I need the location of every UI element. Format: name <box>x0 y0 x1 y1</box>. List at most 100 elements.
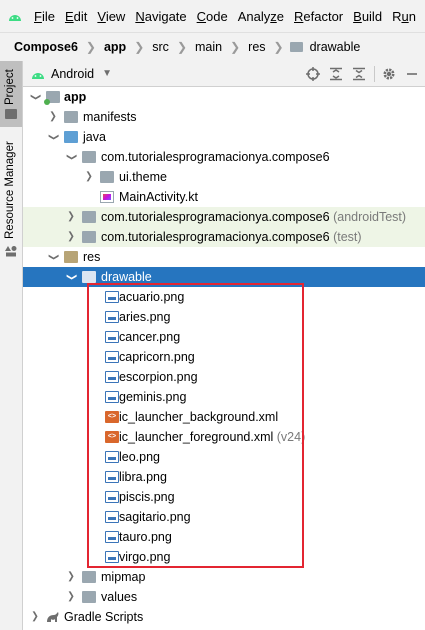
menu-run[interactable]: Run <box>392 9 416 24</box>
chevron-right-icon: ❯ <box>134 40 145 54</box>
folder-icon <box>82 271 96 283</box>
resource-manager-tool-tab[interactable]: Resource Manager <box>0 141 22 261</box>
source-folder-icon <box>64 131 78 143</box>
tree-item-label: capricorn.png <box>119 350 195 364</box>
collapse-all-icon[interactable] <box>350 65 368 83</box>
tool-window-strip: Project Resource Manager <box>0 61 23 630</box>
menu-refactor[interactable]: Refactor <box>294 9 343 24</box>
tree-item-mainactivity[interactable]: MainActivity.kt <box>23 187 425 207</box>
tree-item-app[interactable]: ❯ app <box>23 87 425 107</box>
chevron-right-icon: ❯ <box>176 40 187 54</box>
image-file-icon <box>105 491 119 503</box>
tree-item-label: sagitario.png <box>119 510 191 524</box>
expand-all-icon[interactable] <box>327 65 345 83</box>
folder-icon <box>64 111 78 123</box>
tree-item-label: drawable <box>101 270 152 284</box>
tree-item-suffix: (androidTest) <box>333 210 407 224</box>
tree-item-file[interactable]: cancer.png <box>23 327 425 347</box>
tree-item-file[interactable]: aries.png <box>23 307 425 327</box>
chevron-right-icon[interactable]: ❯ <box>66 207 77 227</box>
chevron-right-icon[interactable]: ❯ <box>66 587 77 607</box>
tree-item-file[interactable]: sagitario.png <box>23 507 425 527</box>
tree-item-package-main[interactable]: ❯ com.tutorialesprogramacionya.compose6 <box>23 147 425 167</box>
tree-item-label: ic_launcher_background.xml <box>119 410 279 424</box>
menu-build[interactable]: Build <box>353 9 382 24</box>
chevron-right-icon[interactable]: ❯ <box>66 567 77 587</box>
project-view-selector[interactable]: Android <box>51 67 94 81</box>
kotlin-file-icon <box>100 191 114 203</box>
menu-view[interactable]: View <box>97 9 125 24</box>
chevron-right-icon: ❯ <box>85 40 96 54</box>
tree-item-package-androidtest[interactable]: ❯ com.tutorialesprogramacionya.compose6 … <box>23 207 425 227</box>
tree-item-file[interactable]: acuario.png <box>23 287 425 307</box>
folder-icon <box>82 591 96 603</box>
package-icon <box>82 211 96 223</box>
menu-navigate[interactable]: Navigate <box>135 9 186 24</box>
tree-item-label: Gradle Scripts <box>64 610 144 624</box>
image-file-icon <box>105 391 119 403</box>
tree-item-label: res <box>83 250 101 264</box>
image-file-icon <box>105 351 119 363</box>
breadcrumb-drawable[interactable]: drawable <box>308 40 363 54</box>
tree-item-file[interactable]: piscis.png <box>23 487 425 507</box>
tree-item-ui-theme[interactable]: ❯ ui.theme <box>23 167 425 187</box>
breadcrumb-project[interactable]: Compose6 <box>12 40 80 54</box>
tree-item-file[interactable]: geminis.png <box>23 387 425 407</box>
tree-item-package-test[interactable]: ❯ com.tutorialesprogramacionya.compose6 … <box>23 227 425 247</box>
tree-item-file[interactable]: virgo.png <box>23 547 425 567</box>
breadcrumb-res[interactable]: res <box>246 40 267 54</box>
chevron-down-icon[interactable]: ▼ <box>102 68 112 79</box>
tree-item-values[interactable]: ❯ values <box>23 587 425 607</box>
image-file-icon <box>105 511 119 523</box>
chevron-right-icon[interactable]: ❯ <box>84 167 95 187</box>
menu-code[interactable]: Code <box>197 9 228 24</box>
tree-item-file[interactable]: libra.png <box>23 467 425 487</box>
menu-edit[interactable]: Edit <box>65 9 87 24</box>
tree-item-label: com.tutorialesprogramacionya.compose6 (a… <box>101 210 407 224</box>
image-file-icon <box>105 311 119 323</box>
toolbar-divider <box>374 66 375 82</box>
tree-item-file[interactable]: escorpion.png <box>23 367 425 387</box>
tree-item-label: java <box>83 130 106 144</box>
folder-icon <box>289 42 303 52</box>
image-file-icon <box>105 531 119 543</box>
tree-item-label: mipmap <box>101 570 146 584</box>
minimize-icon[interactable] <box>403 65 421 83</box>
breadcrumb-app[interactable]: app <box>102 40 128 54</box>
tree-item-file[interactable]: <> ic_launcher_background.xml <box>23 407 425 427</box>
menu-file[interactable]: File <box>34 9 55 24</box>
gear-icon[interactable] <box>380 65 398 83</box>
chevron-right-icon: ❯ <box>230 40 241 54</box>
breadcrumb-src[interactable]: src <box>150 40 171 54</box>
tree-item-drawable[interactable]: ❯ drawable <box>23 267 425 287</box>
tree-item-file[interactable]: capricorn.png <box>23 347 425 367</box>
tree-item-java[interactable]: ❯ java <box>23 127 425 147</box>
tree-item-file[interactable]: leo.png <box>23 447 425 467</box>
locate-file-icon[interactable] <box>304 65 322 83</box>
tree-item-label: escorpion.png <box>119 370 198 384</box>
tree-item-mipmap[interactable]: ❯ mipmap <box>23 567 425 587</box>
project-tool-tab[interactable]: Project <box>0 61 22 127</box>
breadcrumb-main[interactable]: main <box>193 40 224 54</box>
tree-item-file[interactable]: <> ic_launcher_foreground.xml (v24) <box>23 427 425 447</box>
xml-file-icon: <> <box>105 431 119 443</box>
chevron-down-icon[interactable]: ❯ <box>43 132 63 143</box>
resource-manager-icon <box>5 245 17 257</box>
chevron-right-icon[interactable]: ❯ <box>48 107 59 127</box>
tree-item-gradle-scripts[interactable]: ❯ Gradle Scripts <box>23 607 425 627</box>
breadcrumb: Compose6 ❯ app ❯ src ❯ main ❯ res ❯ draw… <box>0 32 425 62</box>
menu-bar: File Edit View Navigate Code Analyze Ref… <box>0 0 425 32</box>
tree-item-manifests[interactable]: ❯ manifests <box>23 107 425 127</box>
chevron-down-icon[interactable]: ❯ <box>25 92 45 103</box>
tree-item-file[interactable]: tauro.png <box>23 527 425 547</box>
tree-item-res[interactable]: ❯ res <box>23 247 425 267</box>
tree-item-label: com.tutorialesprogramacionya.compose6 (t… <box>101 230 362 244</box>
chevron-down-icon[interactable]: ❯ <box>43 252 63 263</box>
chevron-right-icon[interactable]: ❯ <box>66 227 77 247</box>
chevron-right-icon[interactable]: ❯ <box>30 607 41 627</box>
tree-item-label: tauro.png <box>119 530 172 544</box>
chevron-down-icon[interactable]: ❯ <box>61 152 81 163</box>
resource-folder-icon <box>64 251 78 263</box>
menu-analyze[interactable]: Analyze <box>238 9 284 24</box>
chevron-down-icon[interactable]: ❯ <box>61 272 81 283</box>
